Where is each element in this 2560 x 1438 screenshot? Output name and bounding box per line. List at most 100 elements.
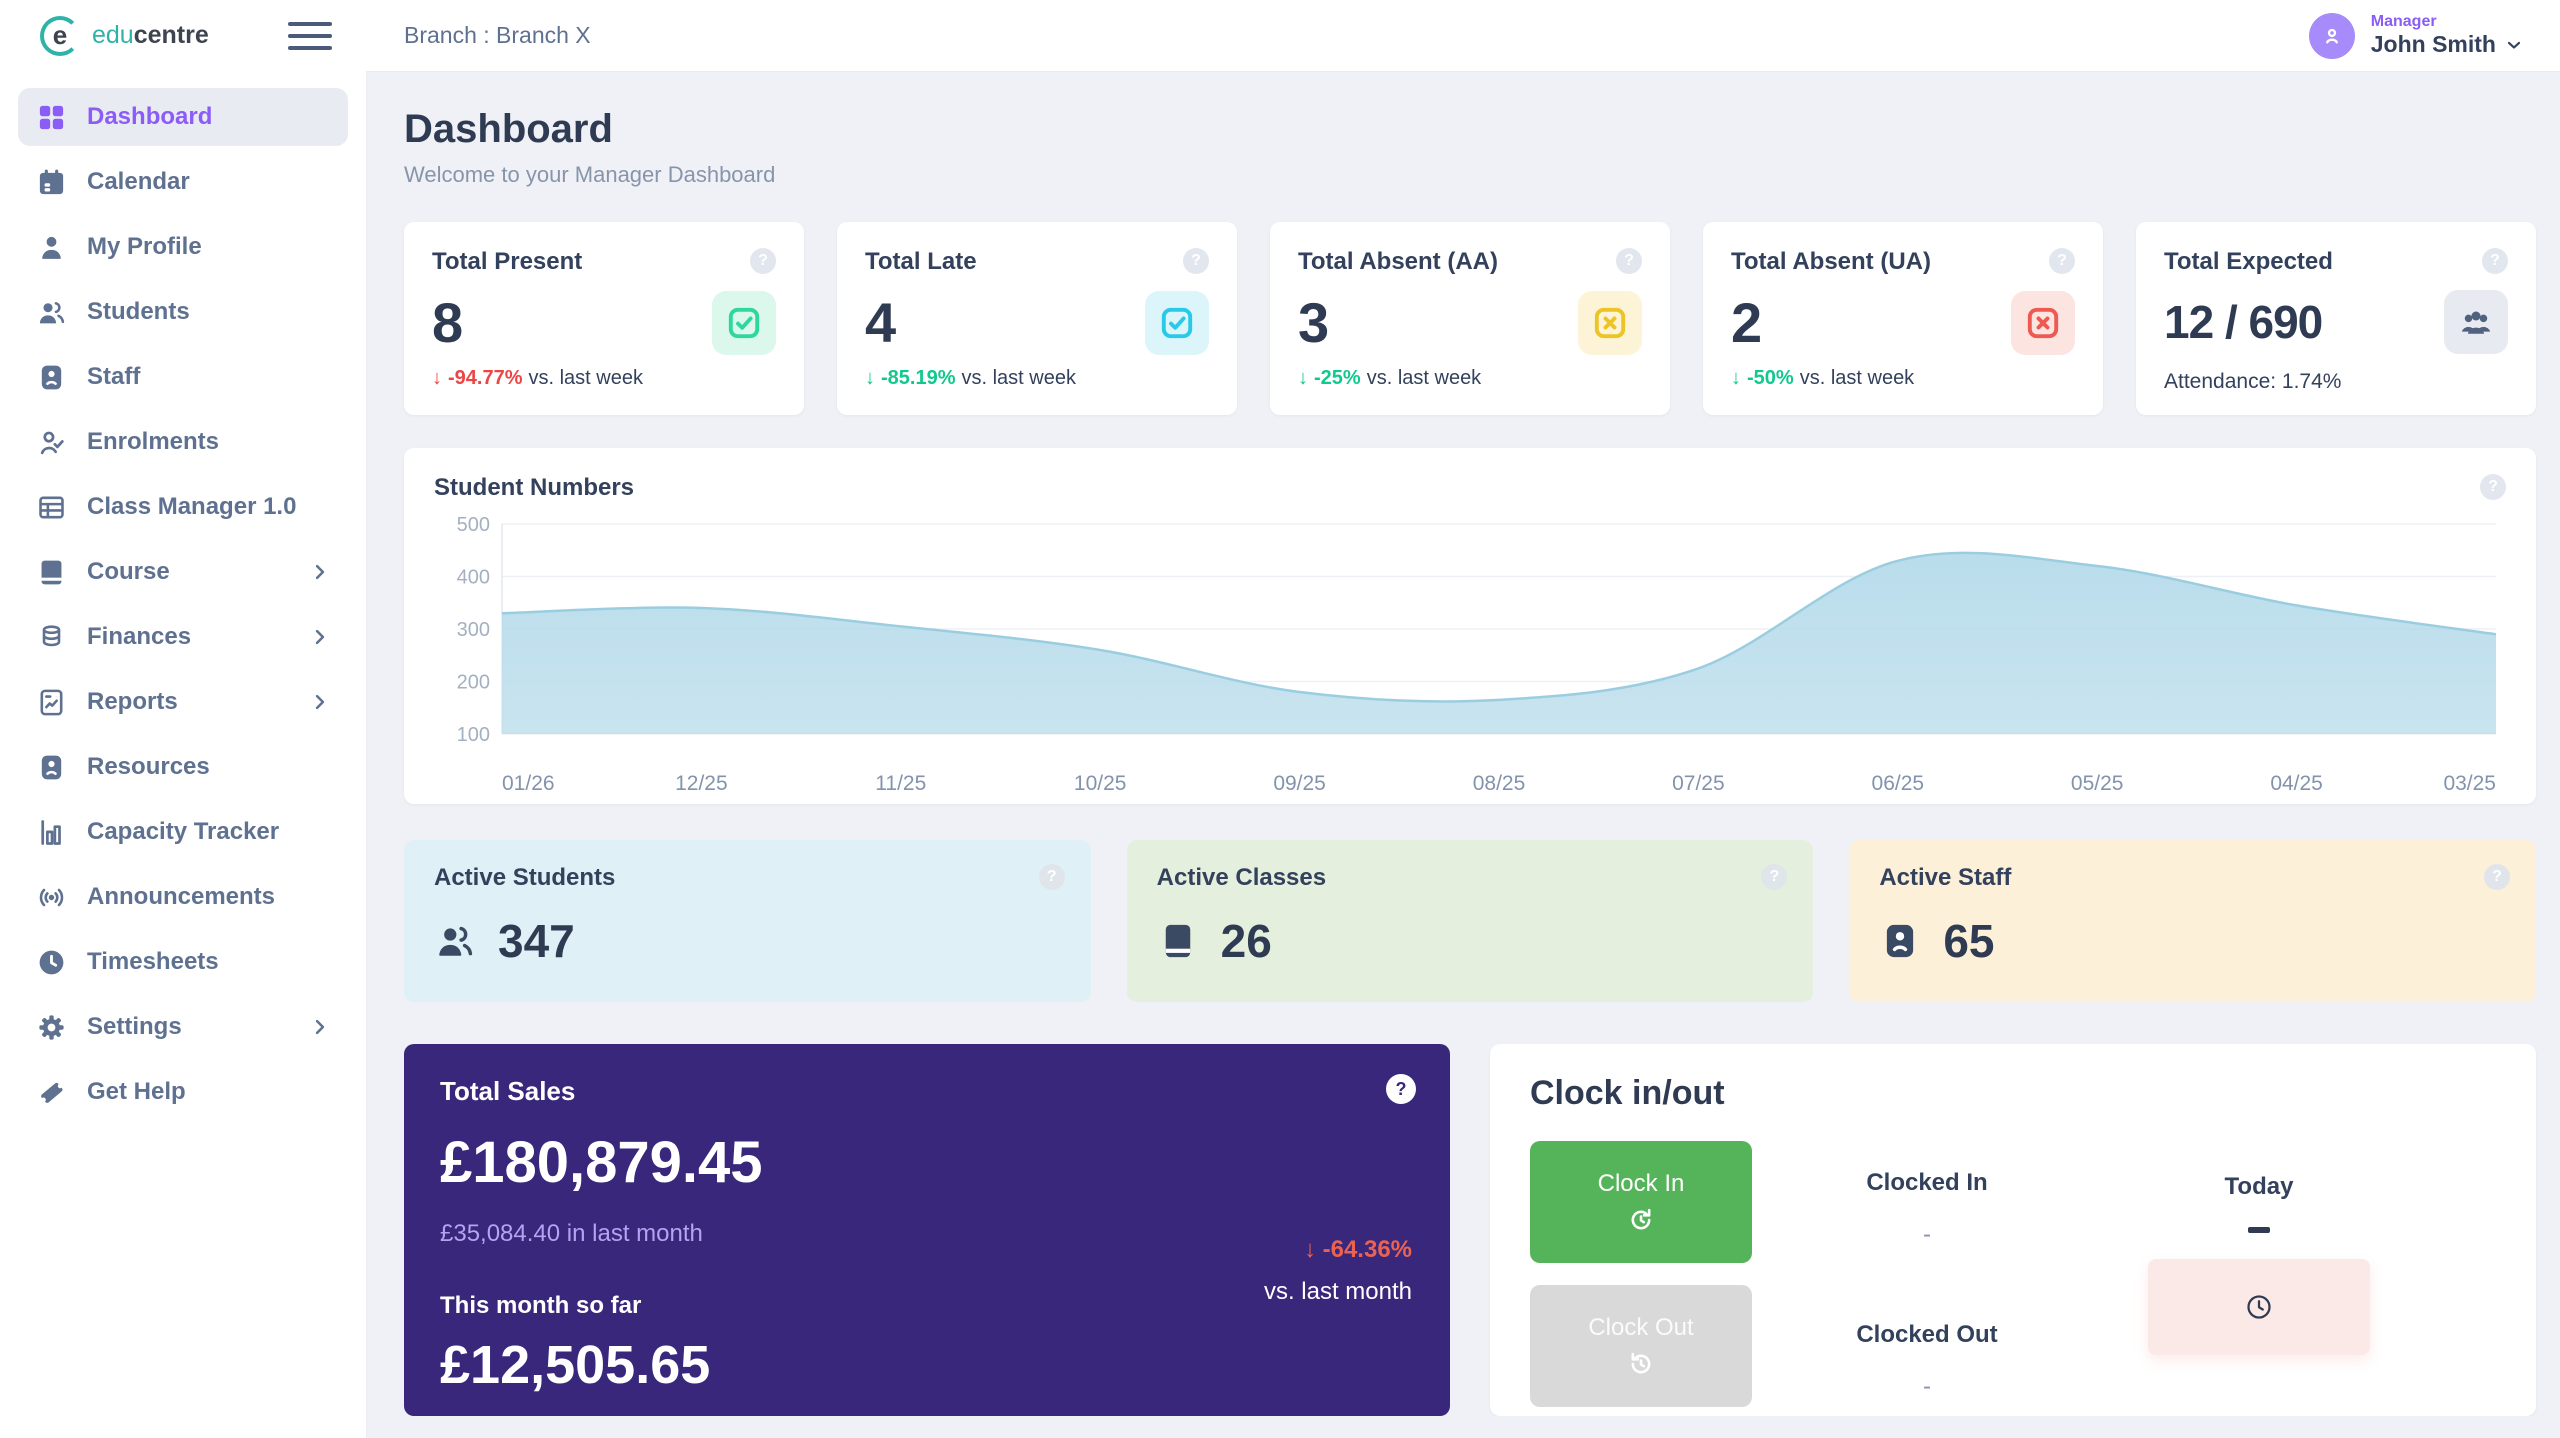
user-role: Manager (2370, 13, 2437, 31)
delta-note: vs. last week (961, 367, 1076, 389)
delta-value: -85.19% (881, 367, 956, 389)
table-icon (39, 496, 64, 518)
help-icon[interactable]: ? (1386, 1074, 1416, 1104)
chevron-down-icon (2507, 41, 2521, 49)
sidebar-item-course[interactable]: Course (18, 543, 348, 601)
avatar-person-icon (2325, 28, 2338, 43)
help-icon[interactable]: ? (2484, 864, 2510, 890)
active-card-value: 26 (1220, 915, 1272, 967)
stat-title: Total Absent (UA) (1731, 248, 1931, 275)
check-square-icon (712, 290, 776, 355)
student-numbers-card: Student Numbers ? 500 400 300 200 100 01/26 12… (404, 448, 2536, 804)
chevron-right-icon (315, 564, 325, 580)
help-icon[interactable]: ? (1038, 864, 1065, 890)
clocked-in-label: Clocked In (1866, 1169, 1988, 1196)
delta-note: vs. last week (1366, 367, 1482, 389)
delta-arrow: ↓ (1731, 367, 1741, 389)
sidebar-item-staff[interactable]: Staff (18, 348, 348, 406)
help-icon[interactable]: ? (1761, 864, 1788, 890)
today-label: Today (2224, 1173, 2294, 1200)
chevron-right-icon (315, 694, 325, 710)
clock-today: Today (2094, 1135, 2424, 1407)
sidebar-item-calendar[interactable]: Calendar (18, 153, 348, 211)
stat-card-total-present: Total Present? 8 ↓ -94.77% vs. last week (404, 222, 804, 415)
delta-arrow: ↓ (1298, 367, 1308, 389)
stat-value: 12 / 690 (2164, 296, 2323, 348)
delta-value: -64.36% (1322, 1236, 1412, 1263)
chevron-right-icon (315, 1019, 325, 1035)
help-icon[interactable]: ? (750, 248, 776, 274)
brand-logo-text: educentre (92, 21, 209, 49)
active-classes-card: Active Classes ? 26 (1126, 840, 1814, 1002)
help-icon[interactable]: ? (2482, 248, 2508, 274)
user-menu[interactable]: Manager John Smith (2308, 12, 2524, 59)
svg-text:01/26: 01/26 (502, 772, 555, 795)
clocked-out-value: - (1923, 1373, 1931, 1400)
sidebar-item-students[interactable]: Students (18, 283, 348, 341)
user-name: John Smith (2371, 31, 2524, 59)
clock-in-button[interactable]: Clock In (1530, 1141, 1752, 1263)
sidebar-item-finances[interactable]: Finances (18, 608, 348, 666)
help-icon[interactable]: ? (2049, 248, 2075, 274)
chevron-right-icon (315, 629, 325, 645)
main-area: Branch : Branch X Manager John Smith Das… (366, 0, 2560, 1438)
user-icon (42, 236, 61, 259)
badge-person-icon (1887, 924, 1914, 958)
sidebar: e educentre Dashboard Calendar My Profil… (0, 0, 366, 1438)
page-subtitle: Welcome to your Manager Dashboard (404, 162, 776, 187)
svg-text:300: 300 (457, 619, 490, 641)
active-cards-row: Active Students ? 347 Active Classes ? 2… (404, 840, 2536, 1002)
sidebar-item-timesheets[interactable]: Timesheets (18, 933, 348, 991)
stat-title: Total Present (432, 248, 583, 275)
delta-value: -94.77% (448, 367, 523, 389)
active-card-title: Active Staff (1879, 864, 2012, 891)
clocked-out-label: Clocked Out (1856, 1321, 1998, 1348)
svg-text:07/25: 07/25 (1672, 772, 1725, 795)
hamburger-menu-icon[interactable] (288, 21, 332, 50)
active-card-title: Active Classes (1156, 864, 1327, 891)
calendar-icon (39, 169, 64, 194)
clock-rotate-cw-icon (1631, 1208, 1651, 1230)
svg-text:100: 100 (457, 724, 490, 746)
help-icon[interactable]: ? (1183, 248, 1209, 274)
svg-text:500: 500 (457, 514, 490, 536)
help-icon[interactable]: ? (1616, 248, 1642, 274)
active-card-value: 347 (498, 915, 575, 967)
sidebar-item-capacity-tracker[interactable]: Capacity Tracker (18, 803, 348, 861)
help-icon[interactable]: ? (2480, 474, 2506, 500)
clock-in-out-card: Clock in/out Clock In Clock Out Clocked … (1490, 1044, 2536, 1416)
active-students-card: Active Students ? 347 (404, 840, 1091, 1002)
svg-text:08/25: 08/25 (1473, 772, 1526, 795)
svg-text:04/25: 04/25 (2270, 772, 2323, 795)
clock-status: Clocked In - Clocked Out - (1760, 1135, 2094, 1407)
clock-icon (2247, 1295, 2271, 1319)
svg-text:06/25: 06/25 (1872, 772, 1925, 795)
chart-title: Student Numbers (434, 474, 635, 501)
x-square-icon (1578, 290, 1642, 355)
sidebar-item-enrolments[interactable]: Enrolments (18, 413, 348, 471)
sidebar-item-get-help[interactable]: Get Help (18, 1063, 348, 1121)
bottom-row: Total Sales ? £180,879.45 £35,084.40 in … (404, 1044, 2536, 1416)
svg-text:12/25: 12/25 (675, 772, 728, 795)
sidebar-item-announcements[interactable]: Announcements (18, 868, 348, 926)
branch-label: Branch : Branch X (404, 22, 591, 48)
svg-text:200: 200 (457, 672, 490, 694)
delta-value: -25% (1314, 367, 1361, 389)
report-document-icon (40, 689, 63, 715)
svg-text:10/25: 10/25 (1074, 772, 1127, 795)
stat-card-total-absent-ua: Total Absent (UA)? 2 ↓ -50% vs. last week (1703, 222, 2103, 415)
brand-logo: e educentre (40, 15, 209, 56)
sales-month-value: £12,505.65 (440, 1335, 711, 1395)
sidebar-item-my-profile[interactable]: My Profile (18, 218, 348, 276)
sidebar-item-resources[interactable]: Resources (18, 738, 348, 796)
sidebar-header: e educentre (0, 0, 366, 71)
clock-out-button[interactable]: Clock Out (1530, 1285, 1752, 1407)
sales-delta: ↓ -64.36% vs. last month (1264, 1236, 1412, 1306)
bar-chart-icon (41, 819, 61, 845)
sidebar-item-settings[interactable]: Settings (18, 998, 348, 1056)
sidebar-item-dashboard[interactable]: Dashboard (18, 88, 348, 146)
page-title: Dashboard (404, 107, 613, 151)
sidebar-item-class-manager[interactable]: Class Manager 1.0 (18, 478, 348, 536)
active-card-value: 65 (1943, 915, 1995, 967)
sidebar-item-reports[interactable]: Reports (18, 673, 348, 731)
